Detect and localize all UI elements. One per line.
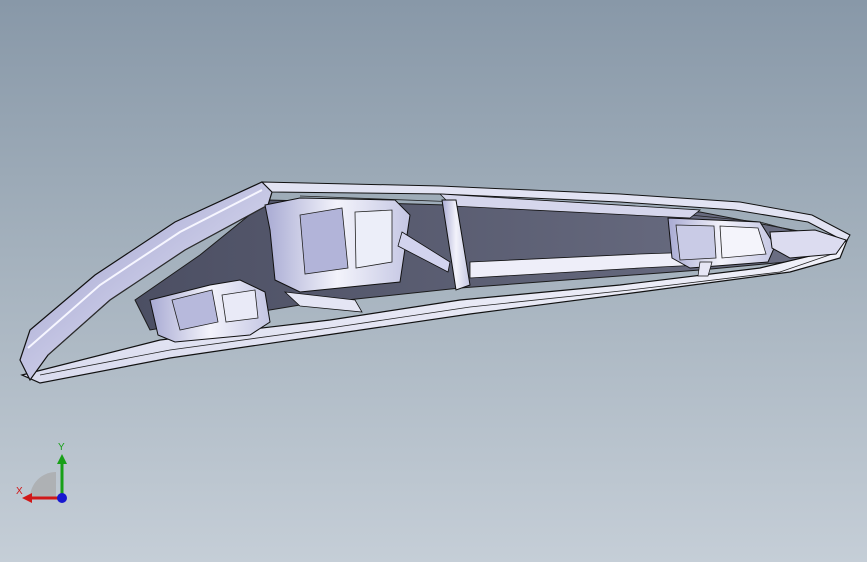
y-axis-arrowhead-icon	[57, 454, 67, 464]
x-axis-label: X	[16, 486, 23, 497]
rib-bracket-2-slot	[299, 207, 349, 275]
rib-bracket-1-slot-2	[221, 289, 259, 323]
rib-bracket-3-face	[675, 224, 717, 261]
rib-bracket-2-slot-2	[354, 209, 393, 269]
x-axis-arrowhead-icon	[22, 493, 32, 503]
cad-model[interactable]	[0, 0, 867, 562]
triad-plane-icon	[30, 472, 56, 498]
axis-triad	[12, 440, 82, 510]
rib-bracket-3-face-2	[719, 225, 767, 259]
y-axis-label: Y	[58, 442, 65, 453]
graphics-viewport[interactable]: X Y	[0, 0, 867, 562]
z-axis-dot-icon	[57, 493, 67, 503]
